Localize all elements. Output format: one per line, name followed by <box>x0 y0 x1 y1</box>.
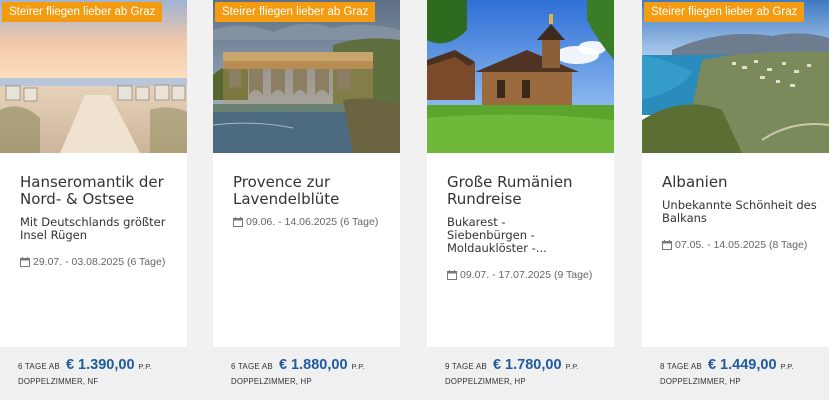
per-person-label: P.P. <box>780 362 794 371</box>
price-from-label: 9 TAGE AB <box>445 362 487 371</box>
tour-date-text: 09.06. - 14.06.2025 (6 Tage) <box>246 216 379 228</box>
price-value: € 1.880,00 <box>278 357 348 373</box>
tour-image-coast[interactable]: Steirer fliegen lieber ab Graz <box>642 0 829 153</box>
tour-title[interactable]: Provence zur Lavendelblüte <box>233 174 388 208</box>
room-type: DOPPELZIMMER, HP <box>660 377 741 386</box>
price-value: € 1.449,00 <box>707 357 777 373</box>
room-type: DOPPELZIMMER, HP <box>231 377 312 386</box>
price-from-label: 6 TAGE AB <box>18 362 60 371</box>
tour-date: 09.06. - 14.06.2025 (6 Tage) <box>233 216 388 228</box>
price-value: € 1.390,00 <box>65 357 135 373</box>
calendar-icon <box>20 257 30 267</box>
tour-date-text: 29.07. - 03.08.2025 (6 Tage) <box>33 256 166 268</box>
price-footer: 9 TAGE AB € 1.780,00 P.P. DOPPELZIMMER, … <box>427 347 614 400</box>
promo-badge: Steirer fliegen lieber ab Graz <box>644 2 805 22</box>
tour-card-hanseromantik[interactable]: Steirer fliegen lieber ab Graz Hanseroma… <box>0 0 187 400</box>
tour-image-aqueduct[interactable]: Steirer fliegen lieber ab Graz <box>213 0 400 153</box>
tour-card-provence[interactable]: Steirer fliegen lieber ab Graz Provence … <box>213 0 400 400</box>
calendar-icon <box>662 240 672 250</box>
price-from-label: 8 TAGE AB <box>660 362 702 371</box>
tour-date-text: 07.05. - 14.05.2025 (8 Tage) <box>675 239 808 251</box>
promo-badge: Steirer fliegen lieber ab Graz <box>2 2 163 22</box>
tour-image-monastery[interactable] <box>427 0 614 153</box>
tour-subtitle: Unbekannte Schönheit des Balkans <box>662 198 817 225</box>
per-person-label: P.P. <box>565 362 579 371</box>
tour-title[interactable]: Große Rumänien Rundreise <box>447 174 602 208</box>
calendar-icon <box>233 217 243 227</box>
tour-title[interactable]: Albanien <box>662 174 817 191</box>
price-footer: 8 TAGE AB € 1.449,00 P.P. DOPPELZIMMER, … <box>642 347 829 400</box>
per-person-label: P.P. <box>138 362 152 371</box>
tour-title[interactable]: Hanseromantik der Nord- & Ostsee <box>20 174 175 208</box>
tour-date-text: 09.07. - 17.07.2025 (9 Tage) <box>460 269 593 281</box>
tour-date: 29.07. - 03.08.2025 (6 Tage) <box>20 256 175 268</box>
tour-card-albanien[interactable]: Steirer fliegen lieber ab Graz Albanien … <box>642 0 829 400</box>
promo-badge: Steirer fliegen lieber ab Graz <box>215 2 376 22</box>
tour-image-beach[interactable]: Steirer fliegen lieber ab Graz <box>0 0 187 153</box>
price-footer: 6 TAGE AB € 1.880,00 P.P. DOPPELZIMMER, … <box>213 347 400 400</box>
tour-subtitle: Mit Deutschlands größter Insel Rügen <box>20 215 166 242</box>
tour-card-rumaenien[interactable]: Große Rumänien Rundreise Bukarest - Sieb… <box>427 0 614 400</box>
tour-card-grid: Steirer fliegen lieber ab Graz Hanseroma… <box>0 0 829 400</box>
price-from-label: 6 TAGE AB <box>231 362 273 371</box>
price-value: € 1.780,00 <box>492 357 562 373</box>
calendar-icon <box>447 270 457 280</box>
tour-date: 07.05. - 14.05.2025 (8 Tage) <box>662 239 817 251</box>
price-footer: 6 TAGE AB € 1.390,00 P.P. DOPPELZIMMER, … <box>0 347 187 400</box>
tour-date: 09.07. - 17.07.2025 (9 Tage) <box>447 269 602 281</box>
tour-subtitle: Bukarest - Siebenbürgen - Moldauklöster … <box>447 215 547 255</box>
room-type: DOPPELZIMMER, HP <box>445 377 526 386</box>
room-type: DOPPELZIMMER, NF <box>18 377 99 386</box>
per-person-label: P.P. <box>351 362 365 371</box>
